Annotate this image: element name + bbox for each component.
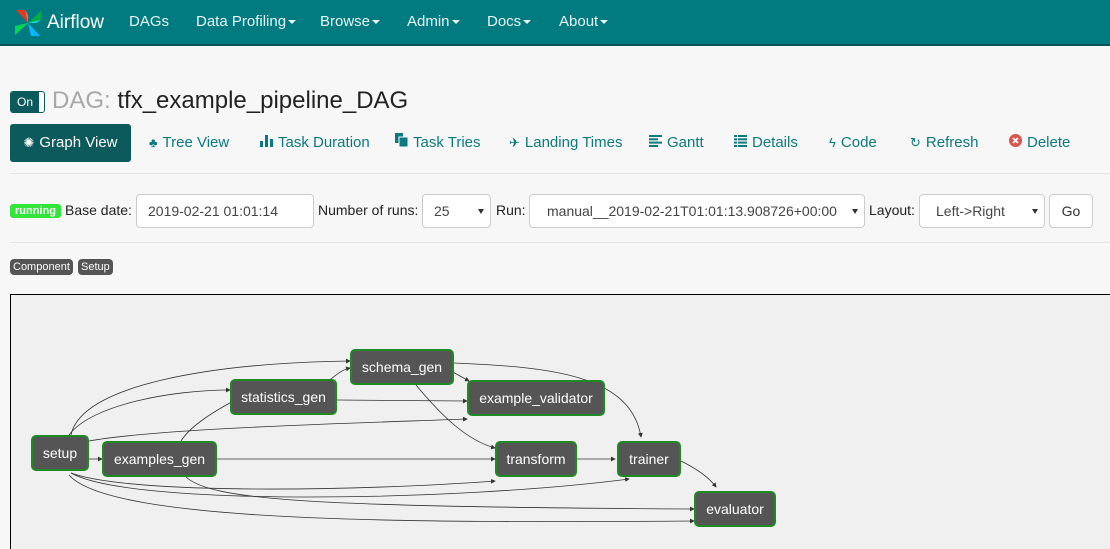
task-node-statistics-gen[interactable]: statistics_gen — [230, 379, 337, 415]
select-caret-icon — [852, 209, 858, 214]
dag-run-state-badge: running — [10, 204, 61, 218]
align-left-icon — [649, 124, 662, 162]
nav-about[interactable]: About — [559, 13, 609, 30]
edge-statistics-gen-example-validator — [336, 398, 468, 404]
caret-down-icon — [600, 20, 609, 25]
nav-docs[interactable]: Docs — [487, 13, 532, 30]
tree-icon: ♣ — [149, 135, 158, 150]
airflow-logo-icon — [15, 10, 41, 36]
dag-graph-canvas[interactable]: setup examples_gen statistics_gen schema… — [10, 294, 1110, 549]
top-navbar: Airflow DAGs Data Profiling Browse Admin… — [0, 0, 1110, 46]
task-node-schema-gen[interactable]: schema_gen — [350, 349, 454, 385]
layout-select[interactable]: Left->Right — [919, 194, 1045, 228]
certificate-icon: ✺ — [23, 135, 35, 150]
plane-icon: ✈ — [509, 135, 520, 150]
divider — [10, 242, 1110, 243]
edge-trainer-evaluator — [680, 460, 717, 488]
base-date-label: Base date: — [65, 202, 132, 218]
select-caret-icon — [478, 209, 484, 214]
caret-down-icon — [372, 20, 381, 25]
caret-down-icon — [288, 20, 297, 25]
tab-graph-view[interactable]: ✺ Graph View — [10, 124, 131, 162]
num-runs-label: Number of runs: — [318, 202, 419, 218]
tab-landing-times[interactable]: ✈ Landing Times — [509, 124, 622, 162]
refresh-icon: ↻ — [910, 135, 921, 150]
caret-down-icon — [451, 20, 460, 25]
brand-name: Airflow — [47, 12, 105, 33]
task-node-evaluator[interactable]: evaluator — [694, 491, 776, 527]
tab-task-duration[interactable]: Task Duration — [260, 124, 370, 162]
page-title: DAG: tfx_example_pipeline_DAG — [52, 87, 408, 115]
go-button[interactable]: Go — [1049, 194, 1093, 228]
base-date-input[interactable]: 2019-02-21 01:01:14 — [136, 194, 314, 228]
task-node-transform[interactable]: transform — [495, 441, 577, 477]
tab-details[interactable]: Details — [734, 124, 798, 162]
remove-circle-icon — [1009, 124, 1022, 162]
list-icon — [734, 124, 747, 162]
bar-chart-icon — [260, 124, 273, 162]
layout-label: Layout: — [869, 202, 915, 218]
tab-refresh[interactable]: ↻ Refresh — [910, 124, 978, 162]
dag-pause-toggle[interactable]: On — [10, 91, 45, 113]
task-node-setup[interactable]: setup — [31, 435, 89, 471]
tab-gantt[interactable]: Gantt — [649, 124, 704, 162]
edge-setup-statistics-gen — [68, 387, 231, 436]
flash-icon: ϟ — [829, 135, 836, 150]
airflow-brand[interactable]: Airflow — [12, 6, 104, 40]
run-select[interactable]: manual__2019-02-21T01:01:13.908726+00:00 — [529, 194, 865, 228]
legend-component[interactable]: Component — [10, 259, 73, 275]
nav-data-profiling[interactable]: Data Profiling — [196, 13, 297, 30]
select-caret-icon — [1032, 209, 1038, 214]
nav-browse[interactable]: Browse — [320, 13, 381, 30]
files-icon — [395, 124, 409, 162]
task-node-trainer[interactable]: trainer — [617, 441, 681, 477]
tab-tree-view[interactable]: ♣ Tree View — [149, 124, 229, 162]
nav-admin[interactable]: Admin — [407, 13, 460, 30]
task-node-example-validator[interactable]: example_validator — [467, 380, 605, 416]
toggle-on-label: On — [11, 92, 39, 112]
legend-setup[interactable]: Setup — [78, 259, 113, 275]
dag-id: tfx_example_pipeline_DAG — [117, 87, 409, 114]
caret-down-icon — [523, 20, 532, 25]
edge-setup-evaluator — [68, 474, 695, 524]
nav-dags[interactable]: DAGs — [129, 13, 169, 30]
tab-code[interactable]: ϟ Code — [829, 124, 877, 162]
graph-edges — [68, 358, 717, 524]
tab-delete[interactable]: Delete — [1009, 124, 1070, 162]
edge-examples-gen-evaluator — [185, 476, 695, 512]
task-node-examples-gen[interactable]: examples_gen — [102, 441, 217, 477]
num-runs-select[interactable]: 25 — [422, 194, 491, 228]
tab-task-tries[interactable]: Task Tries — [395, 124, 481, 162]
divider — [10, 173, 1110, 174]
dag-prefix: DAG: — [52, 87, 111, 114]
edge-setup-example-validator — [88, 416, 468, 442]
run-label: Run: — [496, 202, 526, 218]
